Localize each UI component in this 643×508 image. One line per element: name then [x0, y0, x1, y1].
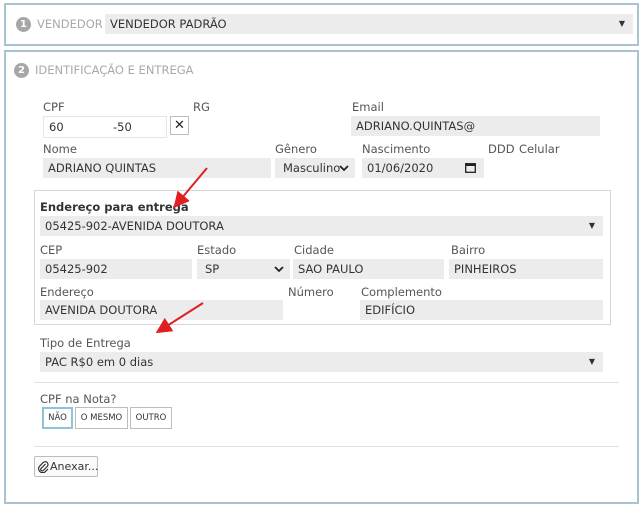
endereco-value: AVENIDA DOUTORA	[45, 303, 158, 317]
chevron-down-icon: ▼	[618, 19, 625, 28]
endereco-input[interactable]: AVENIDA DOUTORA	[40, 300, 283, 320]
genero-select[interactable]: Masculino	[275, 158, 355, 178]
nome-label: Nome	[43, 142, 77, 156]
tipo-entrega-value: PAC R$0 em 0 dias	[45, 355, 154, 369]
email-input[interactable]: ADRIANO.QUINTAS@	[351, 116, 600, 136]
attach-button[interactable]: Anexar...	[34, 456, 98, 477]
vendedor-select[interactable]: VENDEDOR PADRÃO ▼	[105, 14, 633, 34]
calendar-icon[interactable]	[465, 163, 476, 173]
chevron-down-icon	[274, 266, 284, 273]
cpf-nota-option-o-mesmo[interactable]: O MESMO	[75, 407, 128, 429]
ddd-label: DDD	[488, 142, 515, 156]
nascimento-input[interactable]: 01/06/2020	[362, 158, 484, 178]
bairro-input[interactable]: PINHEIROS	[449, 259, 603, 279]
cpf-value-start: 60	[49, 120, 64, 134]
cpf-value-end: -50	[113, 120, 132, 134]
complemento-value: EDIFÍCIO	[365, 303, 415, 317]
estado-select[interactable]: SP	[197, 259, 290, 279]
cidade-label: Cidade	[294, 243, 334, 257]
vendedor-select-value: VENDEDOR PADRÃO	[110, 17, 227, 31]
tipo-entrega-select[interactable]: PAC R$0 em 0 dias ▼	[40, 352, 603, 372]
cidade-value: SAO PAULO	[298, 262, 364, 276]
endereco-entrega-value: 05425-902-AVENIDA DOUTORA	[45, 219, 224, 233]
bairro-value: PINHEIROS	[454, 262, 517, 276]
numero-label: Número	[288, 285, 334, 299]
email-label: Email	[352, 100, 384, 114]
vendedor-section-label: VENDEDOR	[37, 17, 103, 31]
cpf-nota-option-nao[interactable]: NÃO	[42, 407, 73, 429]
chevron-down-icon	[339, 165, 349, 172]
divider	[34, 446, 619, 447]
step-2-badge: 2	[14, 63, 29, 78]
estado-label: Estado	[197, 243, 237, 257]
email-value: ADRIANO.QUINTAS@	[356, 119, 476, 133]
vendedor-panel: 1 VENDEDOR VENDEDOR PADRÃO ▼	[4, 3, 639, 46]
tipo-entrega-label: Tipo de Entrega	[40, 336, 131, 350]
rg-label: RG	[193, 100, 210, 114]
chevron-down-icon: ▼	[588, 357, 595, 366]
cpf-label: CPF	[43, 100, 65, 114]
endereco-entrega-select[interactable]: 05425-902-AVENIDA DOUTORA ▼	[40, 216, 603, 236]
cpf-input[interactable]: 60 -50	[43, 116, 167, 138]
nascimento-label: Nascimento	[362, 142, 431, 156]
nome-value: ADRIANO QUINTAS	[48, 161, 157, 175]
paperclip-icon	[38, 461, 49, 473]
close-icon[interactable]: ✕	[170, 116, 189, 135]
chevron-down-icon: ▼	[588, 221, 595, 230]
divider	[34, 382, 619, 383]
cep-label: CEP	[40, 243, 63, 257]
cep-value: 05425-902	[45, 262, 108, 276]
complemento-input[interactable]: EDIFÍCIO	[360, 300, 603, 320]
attach-button-label: Anexar...	[50, 460, 99, 473]
complemento-label: Complemento	[361, 285, 442, 299]
estado-value: SP	[205, 262, 220, 276]
celular-label: Celular	[519, 142, 560, 156]
identificacao-section-label: IDENTIFICAÇÃO E ENTREGA	[35, 63, 194, 77]
bairro-label: Bairro	[451, 243, 486, 257]
genero-value: Masculino	[283, 161, 341, 175]
cidade-input[interactable]: SAO PAULO	[293, 259, 444, 279]
nome-input[interactable]: ADRIANO QUINTAS	[43, 158, 271, 178]
step-1-badge: 1	[16, 17, 31, 32]
endereco-label: Endereço	[40, 285, 94, 299]
nascimento-value: 01/06/2020	[367, 161, 434, 175]
cep-input[interactable]: 05425-902	[40, 259, 192, 279]
endereco-entrega-label: Endereço para entrega	[40, 200, 189, 214]
cpf-nota-option-outro[interactable]: OUTRO	[130, 407, 172, 429]
cpf-nota-label: CPF na Nota?	[40, 392, 117, 406]
genero-label: Gênero	[275, 142, 317, 156]
